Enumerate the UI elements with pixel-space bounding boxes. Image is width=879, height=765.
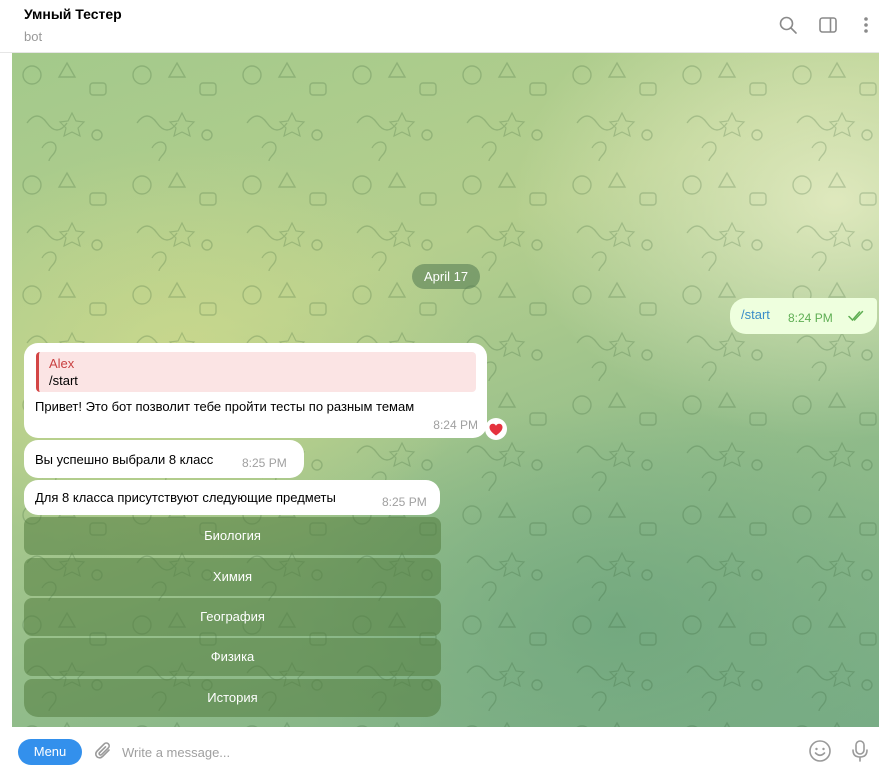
more-vertical-icon	[864, 17, 868, 33]
keyboard-button-history[interactable]: История	[24, 679, 441, 717]
keyboard-button-biology[interactable]: Биология	[24, 517, 441, 555]
sidebar-toggle-button[interactable]	[813, 10, 843, 40]
message-list[interactable]: April 17 /start 8:24 PM Alex /start Прив…	[12, 53, 879, 727]
chat-header: Умный Тестер bot	[0, 0, 879, 53]
paperclip-icon[interactable]	[94, 741, 114, 763]
chat-title[interactable]: Умный Тестер	[24, 6, 122, 22]
keyboard-button-geography[interactable]: География	[24, 598, 441, 636]
sidebar-toggle-icon	[819, 17, 837, 33]
message-time: 8:24 PM	[433, 418, 478, 432]
message-input[interactable]	[122, 741, 722, 763]
search-icon	[779, 16, 797, 34]
command-link[interactable]: /start	[741, 307, 770, 322]
date-separator: April 17	[412, 264, 481, 289]
microphone-icon[interactable]	[850, 739, 870, 763]
double-check-icon	[848, 310, 864, 322]
bot-menu-button[interactable]: Menu	[18, 739, 82, 765]
emoji-icon[interactable]	[808, 739, 832, 763]
reply-preview[interactable]: Alex /start	[36, 352, 476, 392]
reply-author: Alex	[49, 356, 75, 371]
keyboard-button-chemistry[interactable]: Химия	[24, 558, 441, 596]
more-button[interactable]	[851, 10, 879, 40]
message-time: 8:25 PM	[242, 456, 287, 470]
reaction-badge[interactable]	[485, 418, 507, 440]
chat-status: bot	[24, 29, 43, 44]
heart-icon	[489, 423, 503, 435]
message-text: Привет! Это бот позволит тебе пройти тес…	[35, 399, 415, 414]
search-button[interactable]	[773, 10, 803, 40]
telegram-chat-window: Умный Тестер bot April 17 /start 8:24 PM…	[0, 0, 879, 765]
message-time: 8:24 PM	[788, 311, 833, 325]
message-time: 8:25 PM	[382, 495, 427, 509]
reply-text: /start	[49, 373, 78, 388]
incoming-message[interactable]: Alex /start Привет! Это бот позволит теб…	[24, 343, 487, 438]
message-text: Вы успешно выбрали 8 класс	[35, 452, 214, 467]
incoming-message[interactable]: Для 8 класса присутствуют следующие пред…	[24, 480, 440, 515]
message-composer: Menu	[0, 727, 879, 765]
outgoing-message[interactable]: /start 8:24 PM	[730, 298, 877, 334]
incoming-message[interactable]: Вы успешно выбрали 8 класс 8:25 PM	[24, 440, 304, 478]
message-text: Для 8 класса присутствуют следующие пред…	[35, 490, 336, 505]
keyboard-button-physics[interactable]: Физика	[24, 638, 441, 676]
